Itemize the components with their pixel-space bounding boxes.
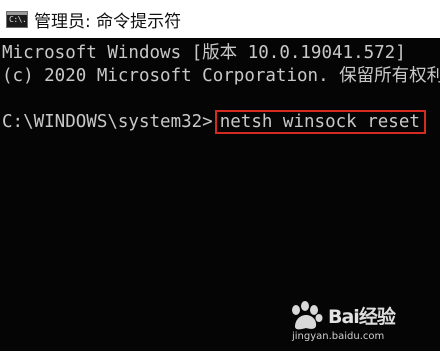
baidu-paw-icon xyxy=(292,301,323,330)
baidu-watermark: Bai经验 jingyan.baidu.com xyxy=(282,299,432,345)
watermark-url: jingyan.baidu.com xyxy=(292,331,385,342)
console-output[interactable]: Microsoft Windows [版本 10.0.19041.572] (c… xyxy=(0,38,440,351)
highlighted-command[interactable]: netsh winsock reset xyxy=(214,110,426,134)
console-prompt-line: C:\WINDOWS\system32> netsh winsock reset xyxy=(2,110,426,134)
cmd-window: C:\. 管理员: 命令提示符 Microsoft Windows [版本 10… xyxy=(0,0,440,351)
console-line-version: Microsoft Windows [版本 10.0.19041.572] xyxy=(2,43,406,63)
console-prompt: C:\WINDOWS\system32> xyxy=(2,112,213,132)
cmd-icon: C:\. xyxy=(6,10,28,28)
title-bar[interactable]: C:\. 管理员: 命令提示符 xyxy=(0,0,440,38)
watermark-brand: Bai经验 xyxy=(328,306,396,328)
console-line-copyright: (c) 2020 Microsoft Corporation. 保留所有权利。 xyxy=(2,66,440,86)
window-title: 管理员: 命令提示符 xyxy=(34,11,182,32)
